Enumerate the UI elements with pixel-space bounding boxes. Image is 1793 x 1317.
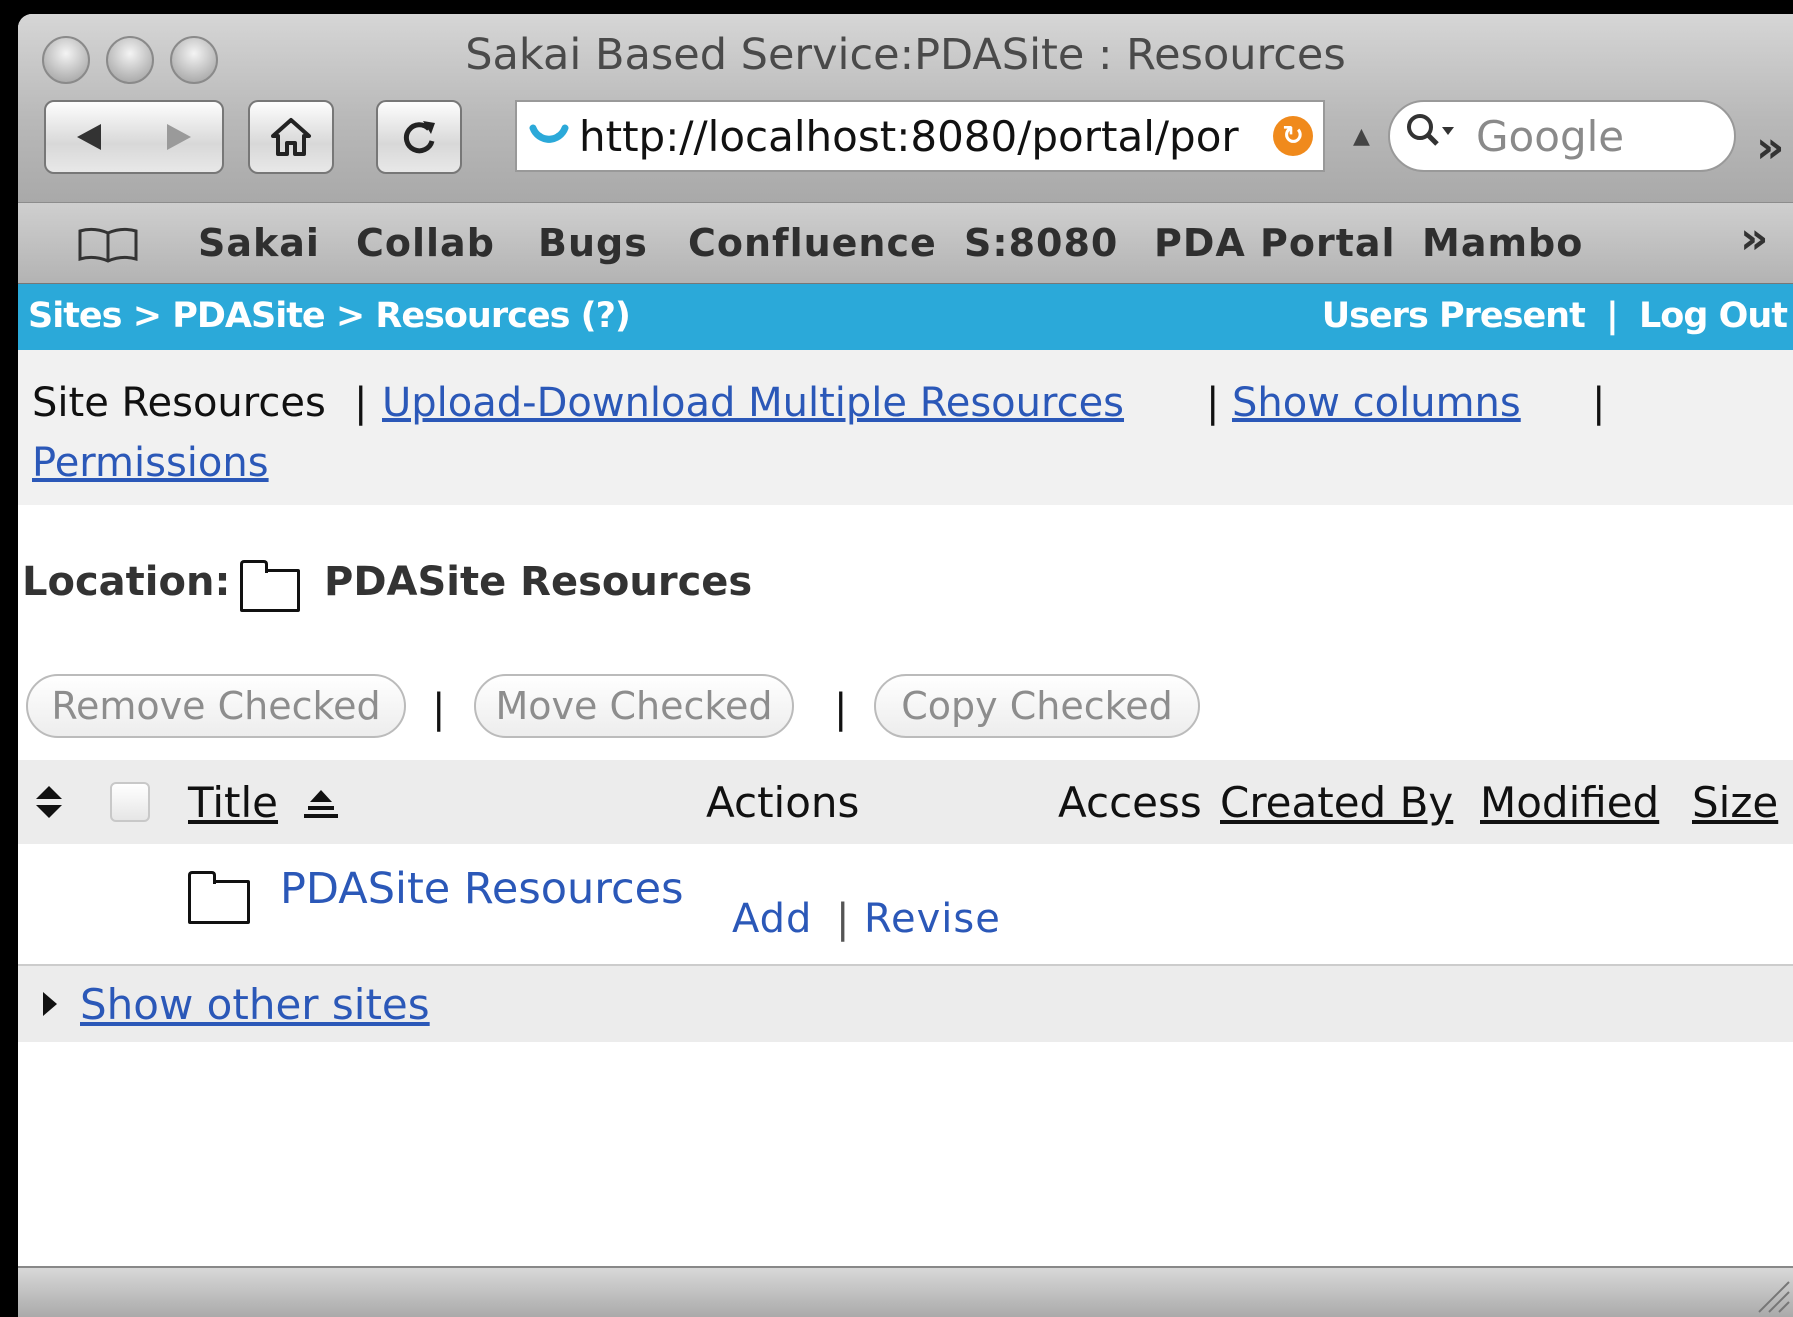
home-icon xyxy=(269,116,313,158)
table-row: PDASite Resources Add | Revise xyxy=(18,844,1793,966)
search-placeholder: Google xyxy=(1476,111,1625,161)
bookmark-collab[interactable]: Collab xyxy=(356,221,495,265)
window-title: Sakai Based Service:PDASite : Resources xyxy=(465,30,1346,80)
browser-chrome: Sakai Based Service:PDASite : Resources … xyxy=(18,14,1793,202)
folder-icon xyxy=(240,560,300,612)
permissions-link[interactable]: Permissions xyxy=(32,440,269,486)
rss-feed-icon[interactable]: ↻ xyxy=(1273,116,1313,156)
expand-collapse-icon[interactable] xyxy=(34,784,64,824)
status-bar xyxy=(18,1266,1793,1317)
site-resources-label: Site Resources xyxy=(32,380,326,426)
resize-grip-icon[interactable] xyxy=(1749,1272,1793,1317)
bookmarks-overflow-icon[interactable]: » xyxy=(1740,213,1769,264)
bookmark-bugs[interactable]: Bugs xyxy=(538,221,648,265)
action-divider: | xyxy=(432,686,446,732)
actions-column-header: Actions xyxy=(706,778,860,827)
address-bar[interactable]: http://localhost:8080/portal/por ↻ xyxy=(515,100,1325,172)
search-icon[interactable] xyxy=(1404,111,1460,161)
remove-checked-button[interactable]: Remove Checked xyxy=(26,674,406,738)
title-column-header[interactable]: Title xyxy=(188,778,278,827)
upload-download-link[interactable]: Upload-Download Multiple Resources xyxy=(382,380,1124,426)
address-dropdown-icon[interactable]: ▲ xyxy=(1353,124,1370,149)
modified-column-header[interactable]: Modified xyxy=(1480,778,1659,827)
breadcrumb[interactable]: Sites > PDASite > Resources (?) xyxy=(28,296,631,336)
show-other-sites-link[interactable]: Show other sites xyxy=(80,980,430,1029)
folder-icon xyxy=(188,871,250,924)
user-links: Users Present | Log Out xyxy=(1322,296,1788,336)
action-divider: | xyxy=(834,686,848,732)
bookmarks-book-icon[interactable] xyxy=(76,225,140,269)
browser-window: Sakai Based Service:PDASite : Resources … xyxy=(18,14,1793,1317)
bookmark-confluence[interactable]: Confluence xyxy=(688,221,937,265)
address-text[interactable]: http://localhost:8080/portal/por xyxy=(579,112,1239,161)
location-label: Location: xyxy=(22,559,231,605)
row-title-link[interactable]: PDASite Resources xyxy=(280,864,684,914)
revise-link[interactable]: Revise xyxy=(864,896,1001,942)
table-header: Title Actions Access Created By Modified… xyxy=(18,760,1793,844)
row-action-divider: | xyxy=(836,896,851,942)
bookmark-sakai[interactable]: Sakai xyxy=(198,221,320,265)
location-line: Location: xyxy=(22,559,230,605)
expand-triangle-icon[interactable] xyxy=(40,990,60,1022)
favicon-icon xyxy=(527,114,571,158)
back-forward-buttons[interactable] xyxy=(44,100,224,174)
forward-arrow-icon[interactable] xyxy=(161,120,195,154)
show-columns-link[interactable]: Show columns xyxy=(1232,380,1521,426)
portal-header: Sites > PDASite > Resources (?) Users Pr… xyxy=(18,284,1793,350)
log-out-link[interactable]: Log Out xyxy=(1639,296,1788,336)
move-checked-button[interactable]: Move Checked xyxy=(474,674,794,738)
copy-checked-button[interactable]: Copy Checked xyxy=(874,674,1200,738)
location-name: PDASite Resources xyxy=(324,559,753,605)
bookmark-pda-portal[interactable]: PDA Portal xyxy=(1154,221,1396,265)
tool-menu-divider: | xyxy=(1206,380,1220,426)
reload-button[interactable] xyxy=(376,100,462,174)
home-button[interactable] xyxy=(248,100,334,174)
select-all-checkbox[interactable] xyxy=(110,782,150,822)
access-column-header: Access xyxy=(1058,778,1202,827)
add-link[interactable]: Add xyxy=(732,896,812,942)
reload-icon xyxy=(399,117,439,157)
search-field[interactable]: Google xyxy=(1388,100,1736,172)
users-present-link[interactable]: Users Present xyxy=(1322,296,1586,336)
tool-menu-divider: | xyxy=(1592,380,1606,426)
back-arrow-icon[interactable] xyxy=(73,120,107,154)
toolbar-overflow-icon[interactable]: » xyxy=(1756,122,1785,173)
tool-menu: Site Resources | Upload-Download Multipl… xyxy=(18,350,1793,505)
created-by-column-header[interactable]: Created By xyxy=(1220,778,1453,827)
size-column-header[interactable]: Size xyxy=(1692,778,1778,827)
tool-menu-divider: | xyxy=(354,380,368,426)
bookmark-mambo[interactable]: Mambo xyxy=(1422,221,1583,265)
show-other-sites-bar: Show other sites xyxy=(18,966,1793,1042)
user-links-divider: | xyxy=(1606,296,1619,336)
sort-ascending-icon[interactable] xyxy=(304,788,338,826)
bookmarks-bar: Sakai Collab Bugs Confluence S:8080 PDA … xyxy=(18,202,1793,285)
bookmark-s8080[interactable]: S:8080 xyxy=(964,221,1118,265)
